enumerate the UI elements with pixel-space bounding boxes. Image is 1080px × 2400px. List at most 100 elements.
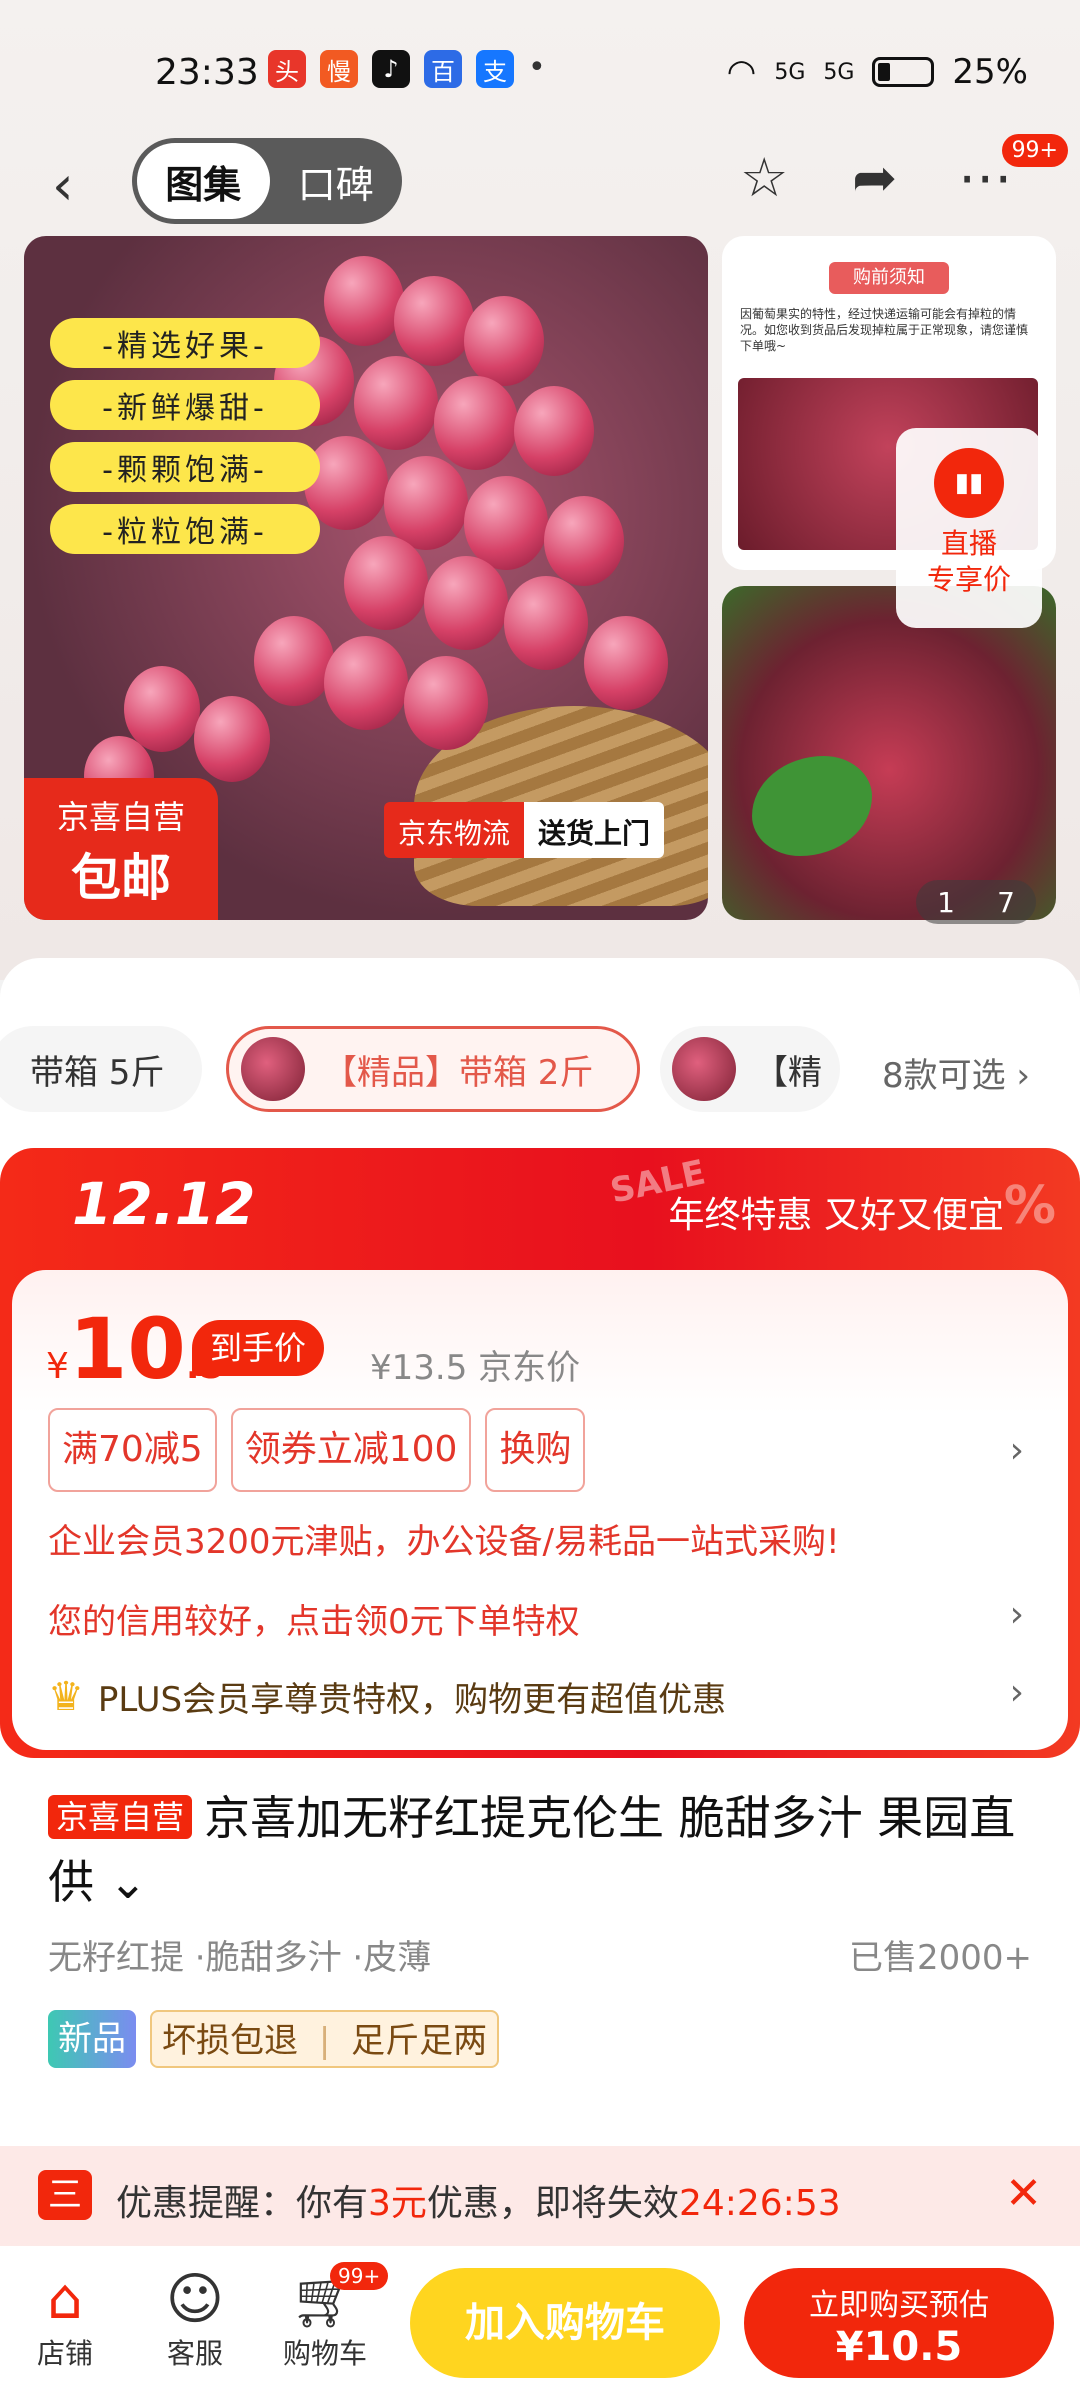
self-operated-badge: 京喜自营 包邮 <box>24 778 218 920</box>
product-features: 无籽红提 ·脆甜多汁 ·皮薄 <box>48 1938 432 1978</box>
logistics-badge: 京东物流 送货上门 <box>384 802 665 858</box>
grape-graphic <box>514 386 594 476</box>
leaf-graphic <box>752 756 872 856</box>
currency-symbol: ¥ <box>46 1346 69 1387</box>
spec-option[interactable]: 带箱 5斤 <box>0 1026 202 1112</box>
service-tag[interactable]: 坏损包退 | 足斤足两 <box>150 2010 500 2068</box>
gallery-thumbnail-basket[interactable] <box>722 586 1056 920</box>
full-weight-label: 足斤足两 <box>351 2021 488 2061</box>
product-title[interactable]: 京喜自营 京喜加无籽红提克伦生 脆甜多汁 果园直供 ⌄ <box>48 1786 1038 1914</box>
coupon-reminder-bar[interactable]: 三 优惠提醒：你有3元优惠，即将失效24:26:53 ✕ <box>0 2146 1080 2246</box>
share-icon[interactable]: ➦ <box>852 146 897 209</box>
grape-graphic <box>194 696 270 782</box>
event-logo: 12.12 <box>72 1170 256 1238</box>
tab-gallery[interactable]: 图集 <box>137 143 270 219</box>
service-tags: 新品 坏损包退 | 足斤足两 <box>48 2010 500 2068</box>
close-icon[interactable]: ✕ <box>1005 2168 1042 2219</box>
service-button[interactable]: ☺ 客服 <box>140 2268 250 2372</box>
buy-now-button[interactable]: 立即购买预估 ¥10.5 <box>744 2268 1054 2378</box>
damage-return-label: 坏损包退 <box>162 2021 298 2061</box>
tab-reviews[interactable]: 口碑 <box>270 143 403 219</box>
back-icon[interactable]: ‹ <box>52 154 74 217</box>
counter-total: 7 <box>997 885 1015 919</box>
more-specs-link[interactable]: 8款可选 › <box>882 1048 1030 1097</box>
signal-5g-icon: 5G <box>823 59 855 85</box>
coupon-chip[interactable]: 换购 <box>485 1408 586 1492</box>
spec-thumbnail <box>672 1037 736 1101</box>
feature-tag: -颗颗饱满- <box>50 442 320 492</box>
promo-slogan: 年终特惠 又好又便宜 <box>668 1195 1004 1236</box>
grape-graphic <box>434 376 518 470</box>
shop-button[interactable]: ⌂ 店铺 <box>10 2268 120 2372</box>
grape-graphic <box>254 616 334 706</box>
self-operated-tag: 京喜自营 <box>48 1795 193 1839</box>
coupon-chevron-icon[interactable]: › <box>1010 1430 1024 1471</box>
grape-graphic <box>544 496 624 586</box>
expand-chevron-icon[interactable]: ⌄ <box>94 1855 148 1909</box>
plus-membership-row[interactable]: ♛ PLUS会员享尊贵特权，购物更有超值优惠 <box>48 1672 726 1721</box>
product-title-text: 京喜加无籽红提克伦生 脆甜多汁 果园直供 <box>48 1791 1016 1909</box>
credit-chevron-icon[interactable]: › <box>1010 1594 1024 1635</box>
jd-logistics-label: 京东物流 <box>384 802 525 858</box>
counter-current: 1 <box>937 885 955 919</box>
grape-graphic <box>504 576 588 670</box>
reminder-suffix: 优惠，即将失效 <box>426 2183 679 2224</box>
cart-button[interactable]: 🛒︎ 99+ 购物车 <box>270 2262 389 2372</box>
grape-graphic <box>344 536 428 630</box>
credit-offer[interactable]: 您的信用较好，点击领0元下单特权 <box>48 1594 580 1643</box>
notification-icons: 头 慢 ♪ 百 支 • <box>268 50 546 88</box>
spec-label: 【精 <box>754 1052 822 1093</box>
cart-label: 购物车 <box>282 2337 367 2370</box>
baidu-icon: 百 <box>424 50 462 88</box>
signal-5g-icon: 5G <box>774 59 806 85</box>
image-counter: 1 7 <box>916 880 1036 924</box>
spec-option-selected[interactable]: 【精品】带箱 2斤 <box>226 1026 640 1112</box>
grape-graphic <box>464 476 548 570</box>
grape-graphic <box>354 356 438 450</box>
crown-icon: ♛ <box>48 1673 84 1720</box>
live-icon: ▮▮ <box>934 448 1004 518</box>
coupon-chip[interactable]: 领券立减100 <box>230 1408 472 1492</box>
top-nav: ‹ 图集 口碑 ☆ ➦ ⋯ 99+ <box>0 134 1080 228</box>
gallery-tabs: 图集 口碑 <box>132 138 402 224</box>
grape-graphic <box>124 666 200 752</box>
grape-graphic <box>384 456 468 550</box>
notice-text: 因葡萄果实的特性，经过快递运输可能会有掉粒的情况。如您收到货品后发现掉粒属于正常… <box>740 307 1029 353</box>
coupon-chip[interactable]: 满70减5 <box>48 1408 217 1492</box>
favorite-star-icon[interactable]: ☆ <box>740 146 788 209</box>
spec-thumbnail <box>241 1037 305 1101</box>
grape-graphic <box>324 636 408 730</box>
coupon-list: 满70减5 领券立减100 换购 <box>48 1408 586 1492</box>
self-operated-label: 京喜自营 <box>56 798 185 836</box>
enterprise-offer[interactable]: 企业会员3200元津贴，办公设备/易耗品一站式采购! <box>48 1514 840 1563</box>
reminder-text: 优惠提醒：你有3元优惠，即将失效24:26:53 <box>116 2174 841 2226</box>
grape-graphic <box>404 656 488 750</box>
price-integer: 10 <box>68 1300 186 1398</box>
wifi-icon: ◠ <box>726 52 757 92</box>
main-product-image[interactable]: -精选好果- -新鲜爆甜- -颗颗饱满- -粒粒饱满- 京喜自营 包邮 京东物流… <box>24 236 708 920</box>
app-notification-icon: 慢 <box>320 50 358 88</box>
sold-count: 已售2000+ <box>848 1938 1032 1978</box>
live-price-label: 专享价 <box>926 563 1011 596</box>
grape-graphic <box>464 296 544 386</box>
feature-tag: -新鲜爆甜- <box>50 380 320 430</box>
reminder-countdown: 24:26:53 <box>678 2183 841 2224</box>
grape-graphic <box>424 556 508 650</box>
buy-now-label: 立即购买预估 <box>809 2288 989 2323</box>
grape-graphic <box>584 616 668 710</box>
free-shipping-label: 包邮 <box>71 849 171 907</box>
bottom-action-bar: ⌂ 店铺 ☺ 客服 🛒︎ 99+ 购物车 加入购物车 立即购买预估 ¥10.5 <box>0 2246 1080 2400</box>
feature-tag: -粒粒饱满- <box>50 504 320 554</box>
plus-chevron-icon[interactable]: › <box>1010 1672 1024 1713</box>
spec-option[interactable]: 【精 <box>660 1026 840 1112</box>
app-notification-icon: 头 <box>268 50 306 88</box>
live-price-button[interactable]: ▮▮ 直播 专享价 <box>896 428 1042 628</box>
reminder-amount: 3元 <box>368 2183 427 2224</box>
shop-label: 店铺 <box>36 2337 93 2370</box>
customer-service-icon: ☺ <box>165 2267 225 2332</box>
status-time: 23:33 <box>155 52 259 93</box>
add-to-cart-button[interactable]: 加入购物车 <box>410 2268 720 2378</box>
battery-icon <box>872 57 935 87</box>
spec-selector: 带箱 5斤 【精品】带箱 2斤 【精 8款可选 › <box>0 1026 1080 1116</box>
cart-badge: 99+ <box>330 2262 389 2290</box>
